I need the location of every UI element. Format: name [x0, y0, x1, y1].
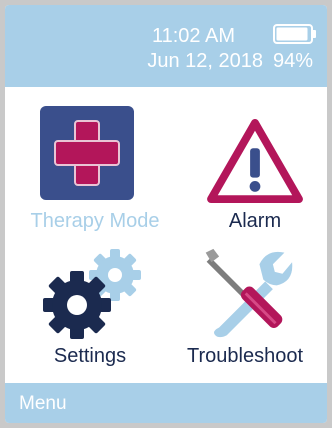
menu-label: Menu [19, 393, 67, 414]
troubleshoot-label: Troubleshoot [187, 345, 303, 367]
therapy-mode-label: Therapy Mode [30, 210, 160, 232]
screwdriver-wrench-icon [205, 248, 293, 338]
therapy-mode-button[interactable]: Therapy Mode [15, 97, 175, 237]
battery-fill [276, 27, 308, 41]
alarm-label: Alarm [228, 210, 282, 232]
menu-bar[interactable]: Menu [5, 383, 327, 423]
battery-percent: 94% [272, 50, 313, 72]
warning-triangle-icon [207, 118, 303, 204]
gears-icon [43, 249, 141, 339]
battery-icon [273, 24, 316, 44]
clock-time: 11:02 AM [151, 25, 235, 47]
settings-label: Settings [53, 345, 127, 367]
device-screen: 11:02 AM Jun 12, 2018 94% Therapy Mode A… [5, 5, 327, 423]
settings-button[interactable]: Settings [25, 245, 155, 375]
clock-date: Jun 12, 2018 [147, 50, 263, 72]
troubleshoot-button[interactable]: Troubleshoot [170, 245, 320, 375]
alarm-button[interactable]: Alarm [190, 97, 320, 237]
medical-cross-icon [40, 106, 134, 200]
status-bar: 11:02 AM Jun 12, 2018 94% [5, 5, 327, 87]
